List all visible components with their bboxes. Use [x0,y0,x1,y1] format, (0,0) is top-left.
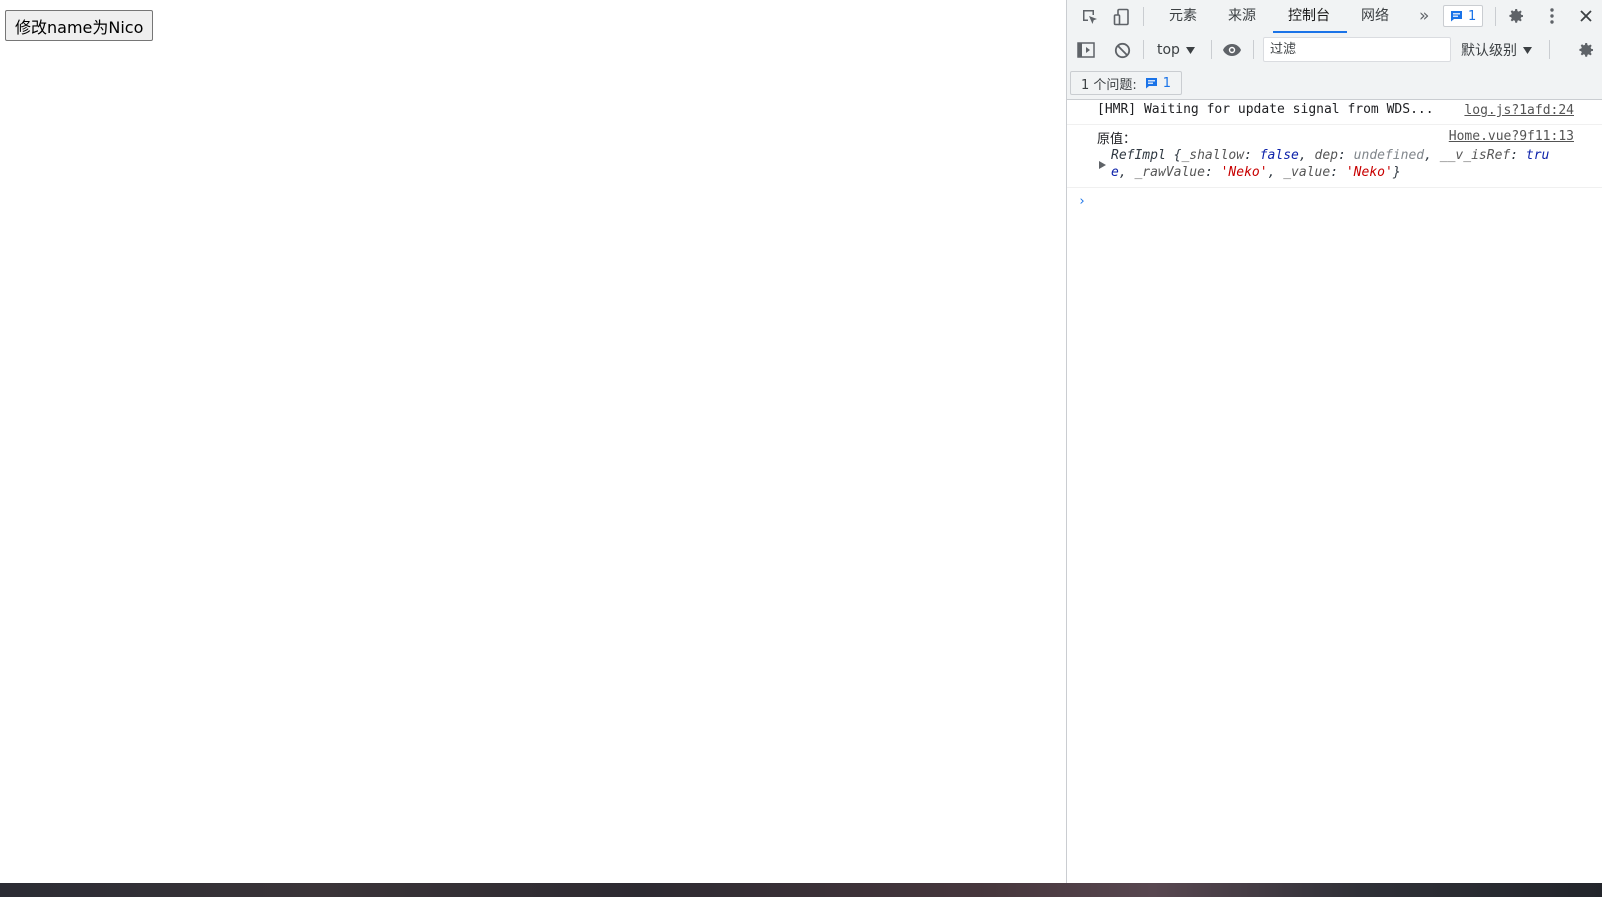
message-icon [1451,11,1462,22]
toolbar-divider [1211,40,1212,59]
close-icon[interactable] [1575,5,1597,27]
issues-bar: 1 个问题: 1 [1067,67,1602,100]
property-key: dep [1314,148,1339,163]
context-value: top [1157,42,1180,58]
property-value: undefined [1353,148,1425,163]
devtools-tabbar: 元素 来源 控制台 网络 » 1 [1067,0,1602,34]
source-link[interactable]: log.js?1afd:24 [1464,103,1574,118]
log-level-value: 默认级别 [1461,43,1517,59]
issues-count-group: 1 [1145,76,1171,91]
property-key: __v_isRef [1439,148,1511,163]
console-prompt[interactable]: › [1078,194,1086,209]
console-message: [HMR] Waiting for update signal from WDS… [1067,99,1602,125]
property-value: 'Neko' [1345,165,1393,180]
issues-label: 1 个问题: [1081,77,1137,93]
dropdown-arrow-icon [1523,46,1532,54]
property-value: false [1259,148,1299,163]
clear-console-icon[interactable] [1111,39,1133,61]
message-icon [1145,78,1157,89]
tab-network[interactable]: 网络 [1359,0,1391,33]
inspect-element-icon[interactable] [1079,6,1101,28]
issues-button[interactable]: 1 个问题: 1 [1070,71,1183,95]
devtools-panel: 元素 来源 控制台 网络 » 1 top 过滤 默认级别 1 个问题: 1 [H… [1066,0,1602,883]
toolbar-divider [1143,40,1144,59]
console-message: 原值： Home.vue?9f11:13 RefImpl {_shallow: … [1067,125,1602,188]
console-output: [HMR] Waiting for update signal from WDS… [1067,99,1602,883]
object-preview[interactable]: RefImpl {_shallow: false, dep: undefined… [1111,147,1574,181]
log-level-selector[interactable]: 默认级别 [1461,40,1532,60]
sidebar-toggle-icon[interactable] [1075,39,1097,61]
desktop-taskbar-strip [0,883,1602,897]
kebab-menu-icon[interactable] [1541,5,1563,27]
more-tabs-button[interactable]: » [1417,0,1431,33]
tab-console[interactable]: 控制台 [1286,0,1332,33]
source-link[interactable]: Home.vue?9f11:13 [1449,129,1574,144]
property-value: tru [1525,148,1550,163]
issues-count: 1 [1162,75,1172,91]
tab-elements[interactable]: 元素 [1167,0,1199,33]
console-prompt-row[interactable]: › [1067,188,1602,212]
property-key: _shallow [1181,148,1245,163]
gear-icon[interactable] [1505,5,1527,27]
device-toolbar-icon[interactable] [1111,6,1133,28]
toolbar-divider [1253,40,1254,59]
object-class-name: RefImpl [1111,148,1166,163]
property-value: e [1111,165,1119,180]
console-toolbar: top 默认级别 [1067,33,1602,68]
context-selector[interactable]: top [1157,40,1195,60]
web-page: 修改name为Nico [0,0,1066,883]
tab-sources[interactable]: 来源 [1226,0,1258,33]
toolbar-divider [1549,40,1550,59]
toolbar-divider [1143,7,1144,26]
property-key: _value [1283,165,1331,180]
change-name-button[interactable]: 修改name为Nico [5,10,154,41]
issues-badge-count: 1 [1468,8,1477,24]
console-message-text: [HMR] Waiting for update signal from WDS… [1097,102,1434,117]
issues-badge[interactable]: 1 [1443,5,1484,27]
property-key: _rawValue [1134,165,1205,180]
expand-triangle-icon[interactable] [1099,161,1106,169]
dropdown-arrow-icon [1185,46,1195,54]
console-settings-gear-icon[interactable] [1575,39,1597,61]
live-expression-icon[interactable] [1220,39,1244,61]
filter-input[interactable] [1263,37,1451,62]
toolbar-divider [1495,7,1496,26]
property-value: 'Neko' [1220,165,1268,180]
